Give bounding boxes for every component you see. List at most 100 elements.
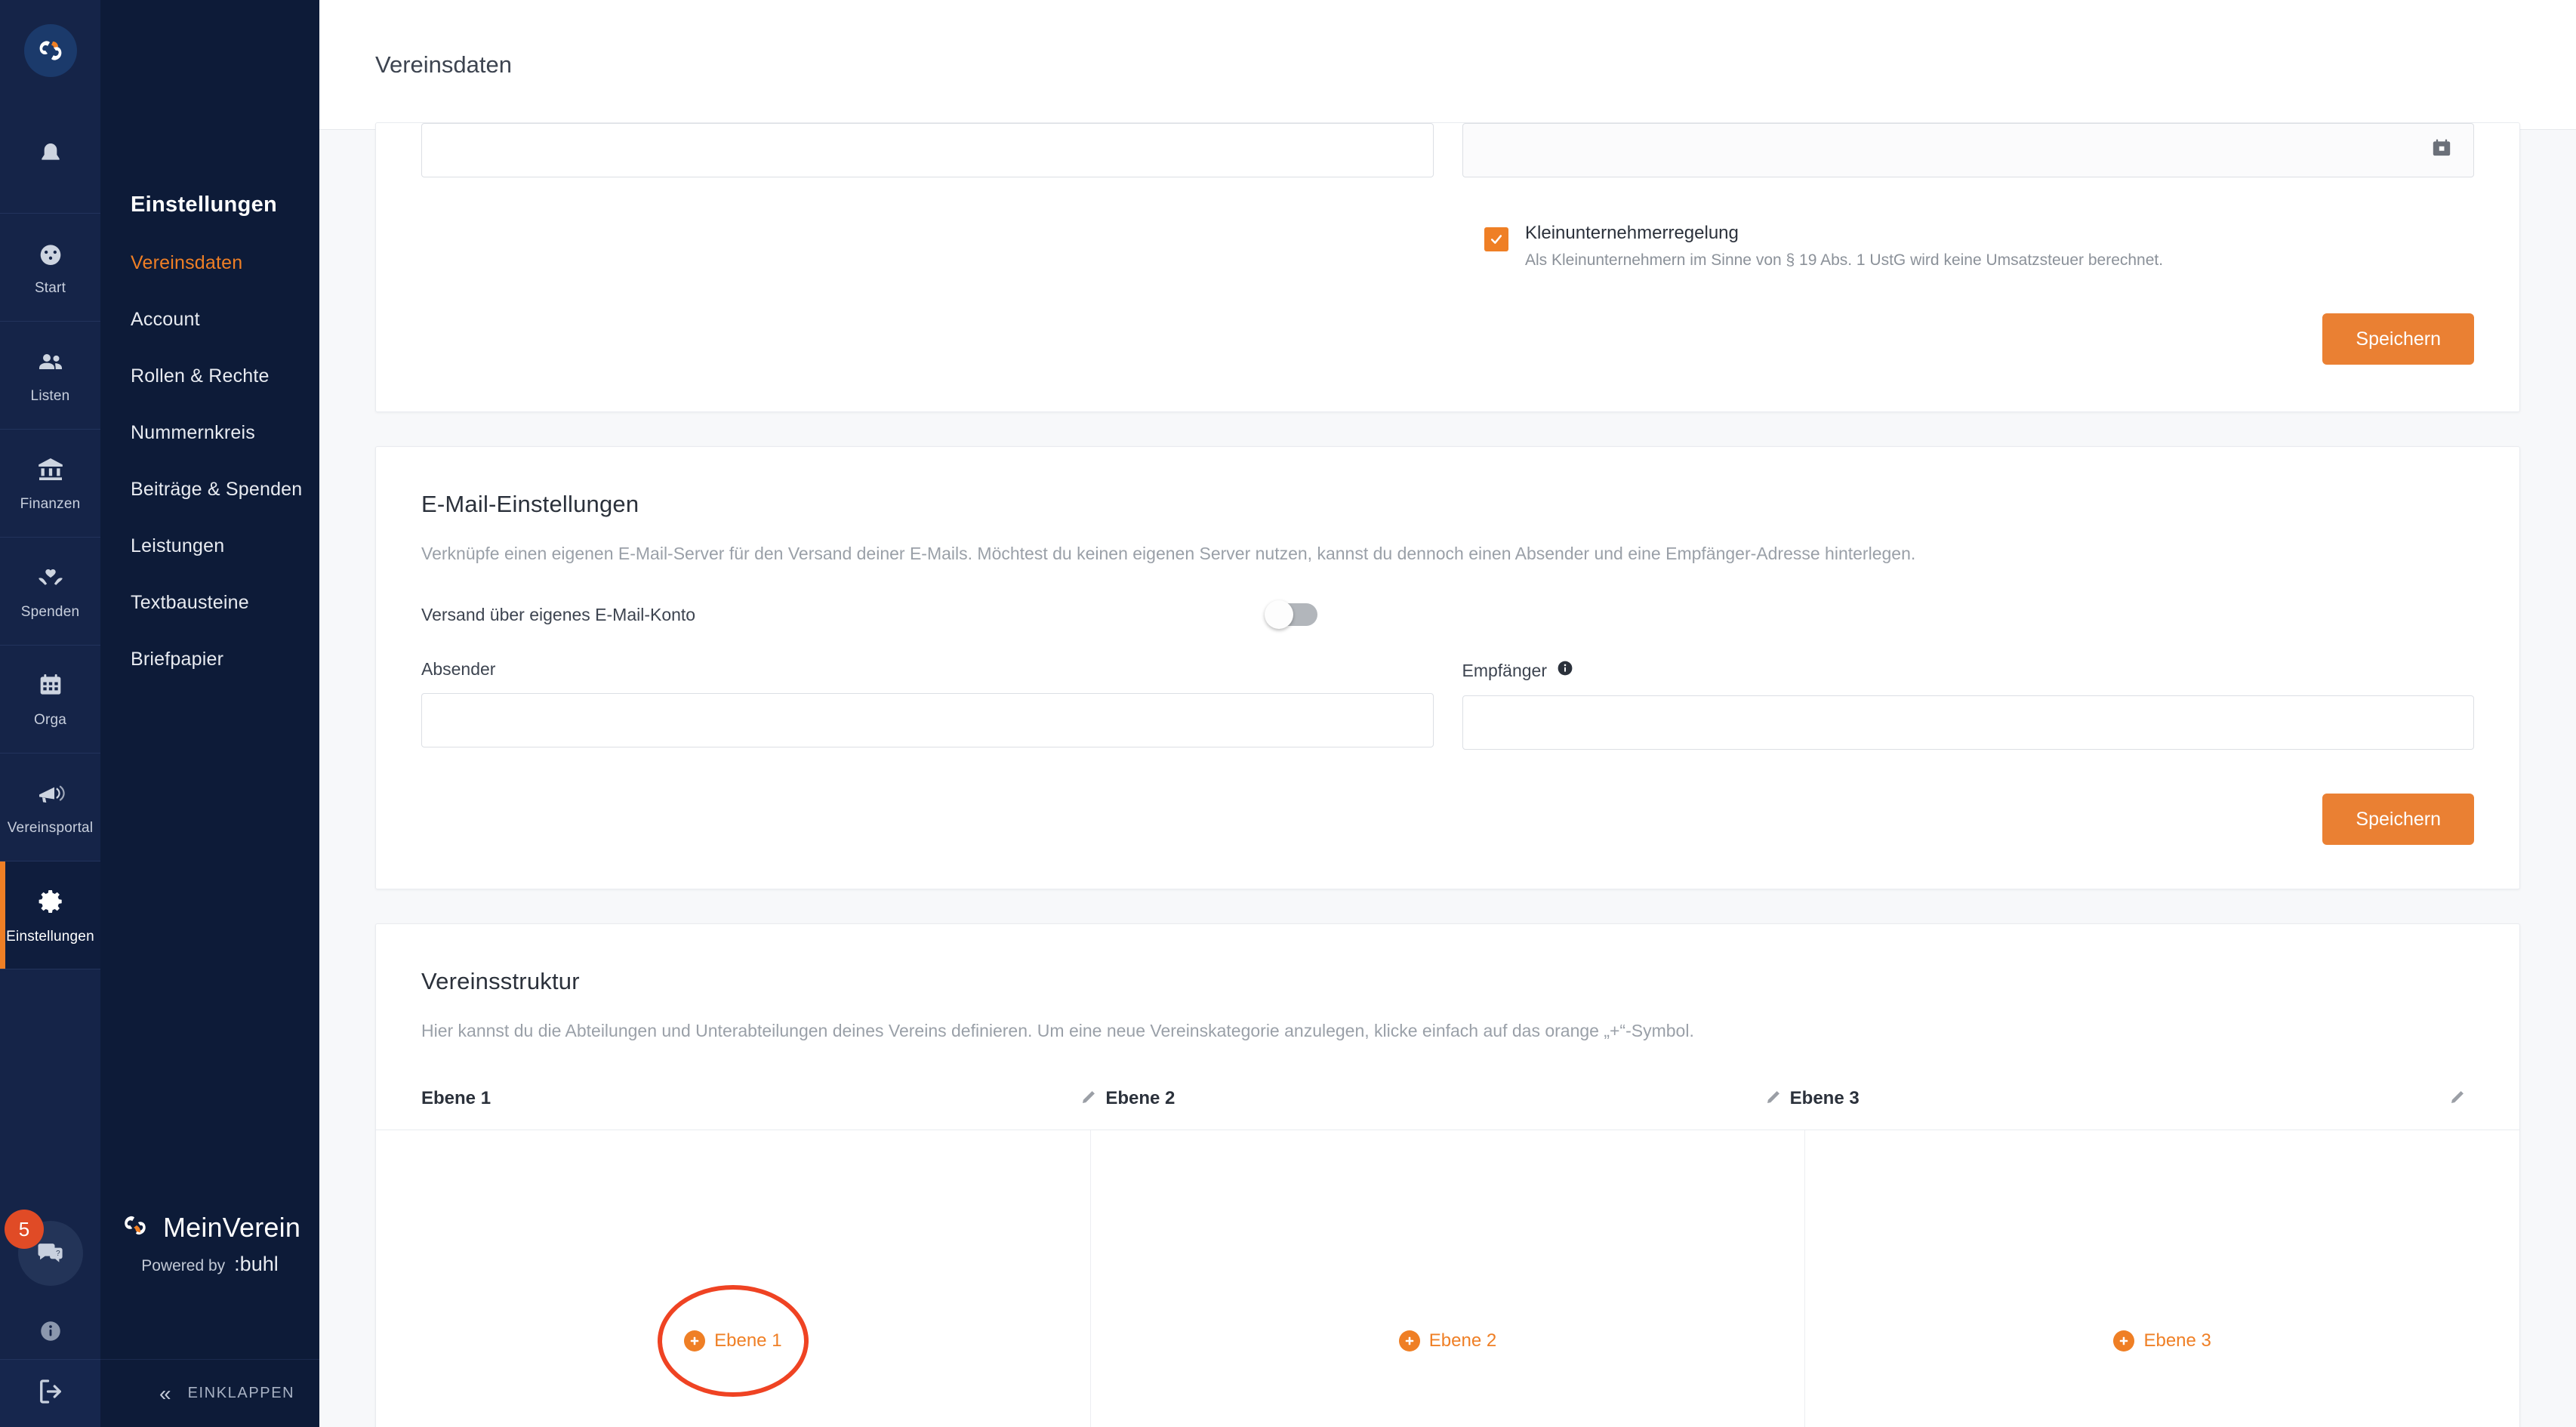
settings-subnav: Einstellungen Vereinsdaten Account Rolle… [100, 0, 319, 1427]
structure-column-headers: Ebene 1 Ebene 2 [421, 1086, 2474, 1130]
subnav-list: Einstellungen Vereinsdaten Account Rolle… [100, 0, 319, 705]
sidebar-item-einstellungen[interactable]: Einstellungen [0, 861, 100, 969]
buhl-logo-text: :buhl [234, 1253, 279, 1276]
kleinunternehmer-checkbox[interactable] [1484, 227, 1508, 251]
structure-columns: Ebene 1 [376, 1130, 2519, 1427]
meinverein-logo-icon [24, 24, 77, 77]
add-ebene-label: Ebene 2 [1429, 1330, 1496, 1351]
primary-nav-rail: Start Listen F [0, 0, 100, 1427]
help-badge-count: 5 [5, 1210, 44, 1249]
vereinsdaten-input-row [421, 123, 2474, 177]
recipient-field: Empfänger [1462, 659, 2475, 750]
subnav-item-nummernkreis[interactable]: Nummernkreis [131, 422, 319, 444]
email-fields-row: Absender Empfänger [421, 659, 2474, 750]
subnav-item-account[interactable]: Account [131, 309, 319, 331]
structure-section-description: Hier kannst du die Abteilungen und Unter… [421, 1019, 2474, 1043]
add-ebene-2-button[interactable]: Ebene 2 [1399, 1330, 1496, 1351]
kleinunternehmer-title: Kleinunternehmerregelung [1525, 223, 2163, 244]
plus-circle-icon [684, 1330, 705, 1351]
recipient-label: Empfänger [1462, 659, 2475, 682]
save-button[interactable]: Speichern [2322, 313, 2474, 365]
sender-label: Absender [421, 659, 1434, 680]
meinverein-logo-icon [119, 1210, 151, 1245]
brand-name: MeinVerein [163, 1212, 300, 1244]
notifications-button[interactable] [0, 100, 100, 214]
chevron-double-left-icon: « [159, 1383, 171, 1404]
pencil-icon[interactable] [2448, 1086, 2468, 1110]
sidebar-item-vereinsportal[interactable]: Vereinsportal [0, 754, 100, 861]
email-section-description: Verknüpfe einen eigenen E-Mail-Server fü… [421, 542, 2474, 566]
collapse-sidebar-button[interactable]: « EINKLAPPEN [100, 1359, 319, 1427]
subnav-item-textbausteine[interactable]: Textbausteine [131, 592, 319, 614]
sender-input[interactable] [421, 693, 1434, 747]
help-button[interactable]: ? 5 [0, 1200, 100, 1306]
subnav-item-beitraege-spenden[interactable]: Beiträge & Spenden [131, 479, 319, 501]
logout-icon [35, 1376, 66, 1411]
sidebar-item-label: Finanzen [20, 496, 81, 513]
save-button[interactable]: Speichern [2322, 794, 2474, 845]
kleinunternehmer-description: Als Kleinunternehmern im Sinne von § 19 … [1525, 251, 2163, 270]
recipient-input[interactable] [1462, 695, 2475, 750]
toggle-knob [1265, 600, 1293, 629]
column-header-label: Ebene 3 [1790, 1088, 1860, 1109]
add-ebene-1-button[interactable]: Ebene 1 [684, 1330, 781, 1351]
subnav-item-briefpapier[interactable]: Briefpapier [131, 649, 319, 670]
email-own-account-toggle[interactable] [1268, 603, 1317, 626]
column-header-label: Ebene 2 [1105, 1088, 1175, 1109]
app-root: Start Listen F [0, 0, 2576, 1427]
calendar-icon[interactable] [2430, 137, 2454, 165]
vereinsdaten-left-input[interactable] [421, 123, 1434, 177]
sidebar-item-listen[interactable]: Listen [0, 322, 100, 430]
app-logo[interactable] [0, 0, 100, 100]
vereinsdaten-date-input[interactable] [1462, 123, 2475, 177]
sidebar-item-finanzen[interactable]: Finanzen [0, 430, 100, 538]
structure-column-ebene-1: Ebene 1 [376, 1130, 1091, 1427]
email-settings-card: E-Mail-Einstellungen Verknüpfe einen eig… [375, 446, 2520, 889]
vereinsdaten-left-field [421, 123, 1434, 177]
sidebar-item-label: Listen [31, 388, 70, 405]
sidebar-item-label: Einstellungen [6, 929, 94, 945]
column-header-label: Ebene 1 [421, 1088, 491, 1109]
sidebar-item-label: Spenden [21, 604, 79, 621]
info-circle-icon[interactable] [1556, 659, 1574, 682]
subnav-title: Einstellungen [131, 193, 319, 217]
structure-column-ebene-2: Ebene 2 [1091, 1130, 1806, 1427]
pencil-icon[interactable] [1764, 1086, 1784, 1110]
email-own-account-label: Versand über eigenes E-Mail-Konto [421, 605, 695, 625]
structure-section-title: Vereinsstruktur [421, 968, 2474, 995]
vereinsstruktur-card: Vereinsstruktur Hier kannst du die Abtei… [375, 923, 2520, 1427]
email-section-title: E-Mail-Einstellungen [421, 491, 2474, 518]
info-button[interactable] [0, 1306, 100, 1359]
plus-circle-icon [2113, 1330, 2134, 1351]
sidebar-item-spenden[interactable]: Spenden [0, 538, 100, 646]
recipient-label-text: Empfänger [1462, 661, 1548, 681]
sidebar-item-label: Start [35, 280, 66, 297]
add-ebene-3-button[interactable]: Ebene 3 [2113, 1330, 2211, 1351]
content-scroll: Kleinunternehmerregelung Als Kleinuntern… [319, 122, 2576, 1427]
subnav-item-vereinsdaten[interactable]: Vereinsdaten [131, 252, 319, 274]
email-actions: Speichern [421, 794, 2474, 845]
megaphone-icon [35, 778, 66, 812]
vereinsdaten-card: Kleinunternehmerregelung Als Kleinuntern… [375, 122, 2520, 412]
email-own-account-row: Versand über eigenes E-Mail-Konto [421, 603, 2474, 626]
subnav-item-rollen-rechte[interactable]: Rollen & Rechte [131, 365, 319, 387]
sidebar-item-orga[interactable]: Orga [0, 646, 100, 754]
pencil-icon[interactable] [1080, 1086, 1099, 1110]
powered-by-label: Powered by [141, 1257, 225, 1275]
plus-circle-icon [1399, 1330, 1420, 1351]
collapse-label: EINKLAPPEN [188, 1385, 295, 1402]
structure-column-header: Ebene 1 [421, 1086, 1105, 1130]
sender-label-text: Absender [421, 659, 495, 680]
bell-icon [35, 140, 66, 174]
vereinsdaten-actions: Speichern [421, 313, 2474, 365]
vereinsdaten-right-field [1462, 123, 2475, 177]
subnav-item-leistungen[interactable]: Leistungen [131, 535, 319, 557]
logout-button[interactable] [0, 1359, 100, 1427]
sender-field: Absender [421, 659, 1434, 750]
kleinunternehmer-row: Kleinunternehmerregelung Als Kleinuntern… [421, 223, 2474, 270]
sidebar-item-start[interactable]: Start [0, 214, 100, 322]
gear-icon [35, 886, 66, 921]
hands-heart-icon [35, 562, 66, 596]
dashboard-gauge-icon [35, 239, 66, 273]
info-circle-icon [38, 1318, 63, 1348]
